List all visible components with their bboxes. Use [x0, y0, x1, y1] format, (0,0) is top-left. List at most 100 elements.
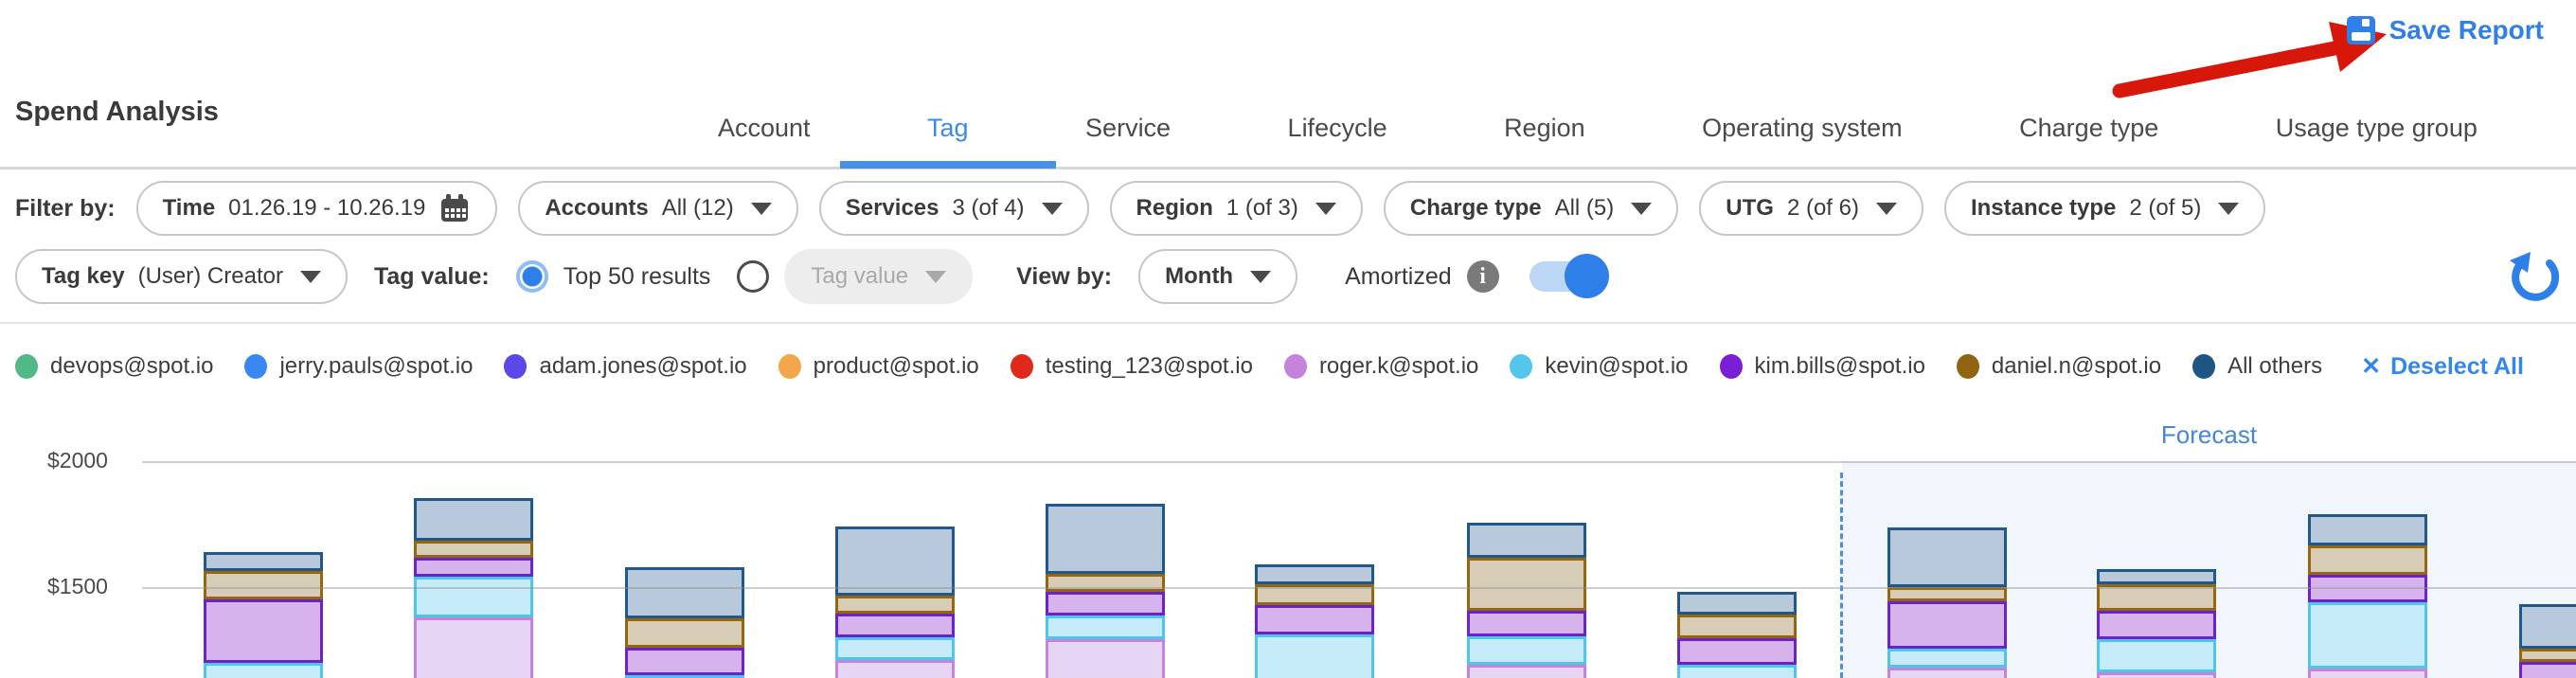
- bar-segment[interactable]: [1046, 639, 1165, 678]
- legend-item[interactable]: product@spot.io: [778, 353, 979, 380]
- bar-segment[interactable]: [625, 618, 744, 648]
- bar-segment[interactable]: [625, 567, 744, 618]
- tab[interactable]: Region: [1504, 87, 1585, 169]
- bar-segment[interactable]: [2308, 669, 2427, 678]
- bar-segment[interactable]: [1677, 638, 1797, 665]
- deselect-all-button[interactable]: ✕ Deselect All: [2361, 352, 2524, 381]
- bar-segment[interactable]: [2097, 672, 2216, 678]
- bar-segment[interactable]: [835, 637, 955, 660]
- filter-pill[interactable]: Accounts All (12): [518, 181, 797, 236]
- bar-segment[interactable]: [1255, 564, 1374, 584]
- bar-segment[interactable]: [1046, 616, 1165, 639]
- x-icon: ✕: [2361, 352, 2381, 381]
- reset-filters-icon[interactable]: [2506, 250, 2561, 305]
- bar-segment[interactable]: [414, 577, 533, 618]
- legend-dot-icon: [15, 354, 38, 379]
- legend-item[interactable]: devops@spot.io: [15, 353, 213, 380]
- bar-segment[interactable]: [2097, 584, 2216, 612]
- legend-item[interactable]: jerry.pauls@spot.io: [244, 353, 473, 380]
- bar-segment[interactable]: [835, 596, 955, 614]
- chevron-down-icon: [2218, 203, 2239, 215]
- tab[interactable]: Charge type: [2019, 87, 2158, 169]
- bar-segment[interactable]: [1677, 615, 1797, 638]
- bar-segment[interactable]: [835, 614, 955, 636]
- bar-segment[interactable]: [1467, 558, 1586, 611]
- tab-label: Charge type: [2019, 114, 2158, 143]
- filter-pill[interactable]: Instance type 2 (of 5): [1944, 181, 2265, 236]
- amortized-toggle[interactable]: [1530, 259, 1603, 294]
- legend-item[interactable]: adam.jones@spot.io: [504, 353, 746, 380]
- bar-segment[interactable]: [414, 617, 533, 678]
- calendar-icon: [438, 192, 471, 224]
- bar-segment[interactable]: [2519, 662, 2576, 678]
- bar-segment[interactable]: [1467, 523, 1586, 559]
- tag-value-radio[interactable]: [737, 260, 769, 293]
- chevron-down-icon: [1250, 271, 1271, 283]
- bar-segment[interactable]: [204, 599, 323, 663]
- bar-segment[interactable]: [1046, 574, 1165, 592]
- bar-segment[interactable]: [1467, 611, 1586, 636]
- bar-segment[interactable]: [414, 498, 533, 541]
- bar-segment[interactable]: [1887, 649, 2007, 668]
- filter-pill[interactable]: Charge type All (5): [1384, 181, 1678, 236]
- save-report-button[interactable]: Save Report: [2344, 13, 2544, 47]
- amortized-control: Amortized i: [1345, 259, 1603, 294]
- bar-segment[interactable]: [2519, 649, 2576, 662]
- bar-segment[interactable]: [204, 571, 323, 600]
- bar-segment[interactable]: [1887, 601, 2007, 649]
- legend-item[interactable]: kevin@spot.io: [1510, 353, 1688, 380]
- bar-segment[interactable]: [1467, 636, 1586, 665]
- bar-segment[interactable]: [414, 541, 533, 558]
- bar-segment[interactable]: [1046, 504, 1165, 574]
- bar-segment[interactable]: [2519, 604, 2576, 650]
- gridline: [142, 461, 2576, 463]
- bar-segment[interactable]: [1677, 665, 1797, 678]
- bar-segment[interactable]: [204, 663, 323, 678]
- tab[interactable]: Lifecycle: [1288, 87, 1387, 169]
- bar-segment[interactable]: [835, 526, 955, 596]
- bar-segment[interactable]: [835, 660, 955, 678]
- legend-item[interactable]: kim.bills@spot.io: [1720, 353, 1925, 380]
- bar-segment[interactable]: [414, 558, 533, 576]
- tab[interactable]: Account: [718, 87, 811, 169]
- filter-pill[interactable]: Services 3 (of 4): [819, 181, 1089, 236]
- bar-segment[interactable]: [1467, 665, 1586, 678]
- tab[interactable]: Service: [1085, 87, 1171, 169]
- tab[interactable]: Operating system: [1702, 87, 1903, 169]
- legend-item[interactable]: testing_123@spot.io: [1011, 353, 1253, 380]
- bar-segment[interactable]: [2308, 514, 2427, 546]
- legend-item[interactable]: All others: [2192, 353, 2322, 380]
- tab[interactable]: Tag: [927, 87, 969, 169]
- top50-radio[interactable]: [516, 260, 548, 293]
- bar-segment[interactable]: [1255, 584, 1374, 606]
- tab-label: Operating system: [1702, 114, 1903, 143]
- legend-dot-icon: [504, 354, 527, 379]
- bar-segment[interactable]: [1255, 634, 1374, 678]
- tag-key-dropdown[interactable]: Tag key (User) Creator: [15, 249, 348, 304]
- bar-segment[interactable]: [1887, 587, 2007, 602]
- view-by-dropdown[interactable]: Month: [1138, 249, 1297, 304]
- tab[interactable]: Usage type group: [2276, 87, 2478, 169]
- bar-segment[interactable]: [1677, 592, 1797, 615]
- bar-segment[interactable]: [1887, 668, 2007, 678]
- bar-segment[interactable]: [625, 648, 744, 675]
- bar-segment[interactable]: [1255, 605, 1374, 633]
- tag-value-dropdown[interactable]: Tag value: [784, 249, 973, 304]
- bar-segment[interactable]: [2097, 611, 2216, 639]
- bar-segment[interactable]: [1046, 592, 1165, 616]
- bar-segment[interactable]: [2308, 602, 2427, 669]
- legend-item[interactable]: daniel.n@spot.io: [1957, 353, 2161, 380]
- legend-item[interactable]: roger.k@spot.io: [1284, 353, 1478, 380]
- filter-pill[interactable]: Time 01.26.19 - 10.26.19: [136, 181, 498, 236]
- bar-segment[interactable]: [2308, 545, 2427, 575]
- filter-pill[interactable]: Region 1 (of 3): [1110, 181, 1363, 236]
- filter-pill[interactable]: UTG 2 (of 6): [1699, 181, 1923, 236]
- bar-segment[interactable]: [2097, 569, 2216, 583]
- bar-segment[interactable]: [2097, 639, 2216, 672]
- legend-item-label: testing_123@spot.io: [1046, 353, 1253, 380]
- bar-segment[interactable]: [204, 552, 323, 571]
- bar-segment[interactable]: [1887, 527, 2007, 587]
- y-axis-tick-label: $1500: [47, 574, 108, 599]
- info-icon[interactable]: i: [1467, 260, 1499, 293]
- bar-segment[interactable]: [2308, 575, 2427, 602]
